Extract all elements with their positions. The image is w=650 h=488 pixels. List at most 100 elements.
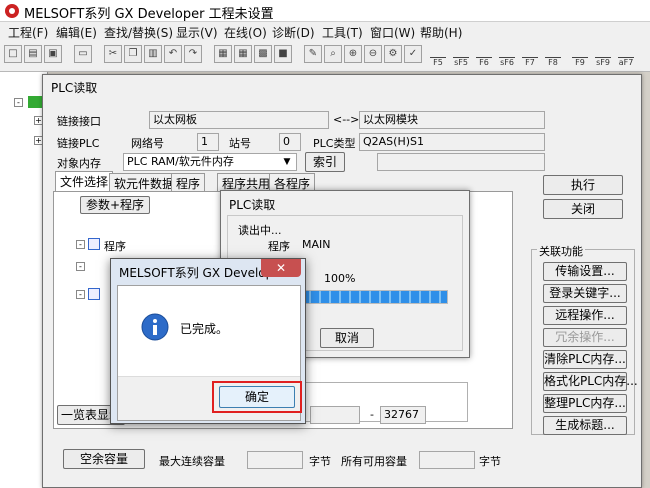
pen-icon[interactable]: ✎	[304, 45, 322, 63]
comment-folder-icon	[88, 288, 100, 300]
close-button[interactable]: 关闭	[543, 199, 623, 219]
menu-window[interactable]: 窗口(W)	[370, 24, 415, 41]
tab-file-select[interactable]: 文件选择	[55, 171, 114, 192]
check-icon[interactable]: ✓	[404, 45, 422, 63]
message-box-title: MELSOFT系列 GX Develop...	[119, 266, 285, 280]
range-dash: -	[370, 408, 374, 421]
all-available-label: 所有可用容量	[341, 455, 407, 468]
max-continuous-field	[247, 451, 303, 469]
f8-instruction-icon[interactable]: F8	[541, 44, 565, 68]
chevron-down-icon[interactable]: ▼	[279, 155, 295, 169]
link-arrow: <-->	[333, 113, 360, 126]
f5-contact-icon[interactable]: F5	[426, 44, 450, 68]
f7-coil-icon[interactable]: F7	[518, 44, 542, 68]
message-box-body: 已完成。 确定	[117, 285, 302, 421]
format-plc-memory-button[interactable]: 格式化PLC内存...	[543, 372, 638, 391]
plc-folder-icon[interactable]	[28, 96, 42, 108]
progress-dialog-title: PLC读取	[229, 198, 276, 212]
menu-bar: 工程(F) 编辑(E) 查找/替换(S) 显示(V) 在线(O) 诊断(D) 工…	[0, 22, 650, 40]
cancel-button[interactable]: 取消	[320, 328, 374, 348]
menu-project[interactable]: 工程(F)	[8, 24, 48, 41]
object-memory-label: 对象内存	[57, 157, 101, 170]
paste-icon[interactable]: ▥	[144, 45, 162, 63]
plc-write-icon[interactable]: ▦	[234, 45, 252, 63]
print-icon[interactable]: ▭	[74, 45, 92, 63]
save-icon[interactable]: ▣	[44, 45, 62, 63]
max-continuous-label: 最大连续容量	[159, 455, 225, 468]
zoom-icon[interactable]: ⊕	[344, 45, 362, 63]
tree-program-label[interactable]: 程序	[104, 238, 126, 254]
f9-hline-icon[interactable]: F9	[568, 44, 592, 68]
new-file-icon[interactable]: □	[4, 45, 22, 63]
arrange-plc-memory-button[interactable]: 整理PLC内存...	[543, 394, 627, 413]
redundant-operation-button[interactable]: 冗余操作...	[543, 328, 627, 347]
bytes-label-2: 字节	[479, 455, 501, 468]
completion-message-box: MELSOFT系列 GX Develop... ✕ 已完成。 确定	[110, 258, 306, 424]
menu-help[interactable]: 帮助(H)	[420, 24, 462, 41]
compile-icon[interactable]: ⚙	[384, 45, 402, 63]
f6-contact-icon[interactable]: F6	[472, 44, 496, 68]
tab-device-data[interactable]: 软元件数据	[109, 173, 180, 191]
plc-read-icon[interactable]: ▦	[214, 45, 232, 63]
sf5-contact-icon[interactable]: sF5	[449, 44, 473, 68]
tab-each-program[interactable]: 各程序	[269, 173, 316, 191]
register-keyword-button[interactable]: 登录关键字...	[543, 284, 627, 303]
ok-button[interactable]: 确定	[219, 386, 295, 408]
tree-collapse-icon[interactable]: -	[76, 290, 85, 299]
bytes-label: 字节	[309, 455, 331, 468]
menu-view[interactable]: 显示(V)	[176, 24, 218, 41]
monitor-icon[interactable]: ▩	[254, 45, 272, 63]
undo-icon[interactable]: ↶	[164, 45, 182, 63]
tab-program[interactable]: 程序	[171, 173, 206, 191]
free-capacity-button[interactable]: 空余容量	[63, 449, 145, 469]
link-target-field: 以太网模块	[359, 111, 545, 129]
plc-type-field: Q2AS(H)S1	[359, 133, 545, 151]
tree-expand-icon[interactable]: -	[14, 98, 23, 107]
copy-icon[interactable]: ❐	[124, 45, 142, 63]
close-icon[interactable]: ✕	[261, 259, 301, 277]
program-label: 程序	[268, 240, 290, 253]
menu-diagnostics[interactable]: 诊断(D)	[272, 24, 315, 41]
index-button[interactable]: 索引	[305, 152, 345, 172]
range-end-field: 32767	[380, 406, 426, 424]
create-title-button[interactable]: 生成标题...	[543, 416, 627, 435]
redo-icon[interactable]: ↷	[184, 45, 202, 63]
network-no-label: 网络号	[131, 137, 164, 150]
link-plc-label: 链接PLC	[57, 137, 100, 150]
completion-message: 已完成。	[180, 322, 229, 336]
project-tree-panel: - + +	[0, 72, 48, 488]
tree-collapse-icon[interactable]: -	[76, 240, 85, 249]
menu-online[interactable]: 在线(O)	[224, 24, 267, 41]
object-memory-select[interactable]: PLC RAM/软元件内存	[123, 153, 297, 171]
toolbar: □ ▤ ▣ ▭ ✂ ❐ ▥ ↶ ↷ ▦ ▦ ▩ ■ ✎ ⌕ ⊕ ⊖ ⚙ ✓ F5…	[0, 40, 650, 72]
progress-fill	[301, 291, 447, 303]
tree-collapse-icon[interactable]: -	[76, 262, 85, 271]
index-field	[377, 153, 545, 171]
station-label: 站号	[229, 137, 251, 150]
cut-icon[interactable]: ✂	[104, 45, 122, 63]
af7-icon[interactable]: aF7	[614, 44, 638, 68]
sf6-contact-icon[interactable]: sF6	[495, 44, 519, 68]
message-box-footer: 确定	[118, 376, 302, 420]
related-functions-label: 关联功能	[537, 243, 585, 259]
tab-program-common[interactable]: 程序共用	[217, 173, 276, 191]
network-no-field: 1	[197, 133, 219, 151]
program-folder-icon	[88, 238, 100, 250]
menu-tools[interactable]: 工具(T)	[322, 24, 363, 41]
menu-edit[interactable]: 编辑(E)	[56, 24, 97, 41]
app-titlebar: MELSOFT系列 GX Developer 工程未设置	[0, 0, 650, 22]
sf9-vline-icon[interactable]: sF9	[591, 44, 615, 68]
menu-find-replace[interactable]: 查找/替换(S)	[104, 24, 173, 41]
remote-operation-button[interactable]: 远程操作...	[543, 306, 627, 325]
progress-bar	[300, 290, 448, 304]
execute-button[interactable]: 执行	[543, 175, 623, 195]
search-icon[interactable]: ⌕	[324, 45, 342, 63]
clear-plc-memory-button[interactable]: 清除PLC内存...	[543, 350, 627, 369]
param-program-button[interactable]: 参数+程序	[80, 196, 150, 214]
transfer-setup-button[interactable]: 传输设置...	[543, 262, 627, 281]
station-field: 0	[279, 133, 301, 151]
range-start-field	[310, 406, 360, 424]
open-folder-icon[interactable]: ▤	[24, 45, 42, 63]
stop-icon[interactable]: ■	[274, 45, 292, 63]
zoom-out-icon[interactable]: ⊖	[364, 45, 382, 63]
